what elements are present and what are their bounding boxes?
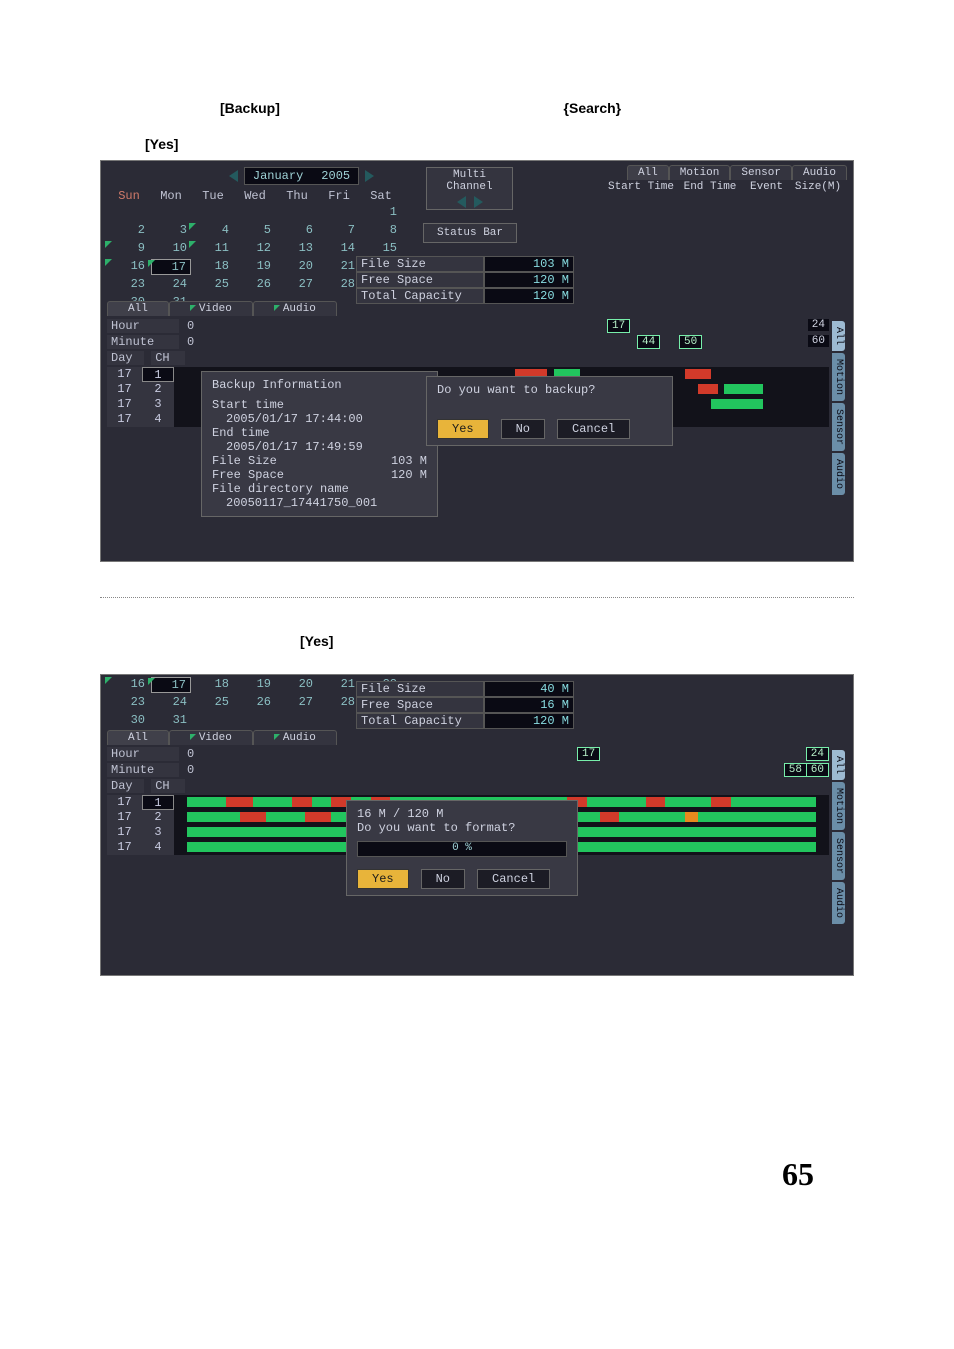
calendar-year: 2005 (321, 169, 350, 183)
format-cancel-button[interactable]: Cancel (477, 869, 550, 889)
minute-ruler: Minute 0 44 50 60 (107, 335, 829, 349)
cancel-button[interactable]: Cancel (557, 419, 630, 439)
backup-info-panel: Backup Information Start time 2005/01/17… (201, 371, 438, 517)
backup-heading: [Backup] (220, 100, 280, 116)
multi-channel-box[interactable]: Multi Channel (426, 167, 513, 210)
format-confirm-dialog: 16 M / 120 M Do you want to format? 0 % … (346, 800, 578, 896)
backup-confirm-dialog: Do you want to backup? Yes No Cancel (426, 376, 673, 446)
next-month-icon[interactable] (365, 170, 374, 182)
format-yes-button[interactable]: Yes (357, 869, 409, 889)
next-channel-icon[interactable] (474, 196, 483, 208)
page-number: 65 (100, 1156, 814, 1193)
cal-hdr-sun: Sun (109, 189, 149, 203)
hour-ruler: Hour 0 17 24 (107, 319, 829, 333)
yes-label-1: [Yes] (145, 136, 854, 152)
media-tabs: All Video Audio (107, 301, 337, 316)
tab-motion[interactable]: Motion (669, 165, 731, 180)
tab-audio[interactable]: Audio (792, 165, 847, 180)
tab-all[interactable]: All (627, 165, 669, 180)
tab-sensor[interactable]: Sensor (730, 165, 792, 180)
tab-audio-media[interactable]: Audio (253, 301, 337, 316)
calendar-title: January 2005 (244, 167, 359, 185)
event-filter-tabs: All Motion Sensor Audio (627, 165, 847, 180)
search-heading: {Search} (564, 100, 622, 116)
tab-all-media[interactable]: All (107, 301, 169, 316)
confirm-message: Do you want to backup? (437, 383, 662, 397)
yes-label-2: [Yes] (300, 633, 854, 649)
format-message: Do you want to format? (357, 821, 567, 835)
calendar-month: January (253, 169, 303, 183)
status-bar-button[interactable]: Status Bar (423, 223, 517, 243)
no-button[interactable]: No (501, 419, 545, 439)
size-panel-2: File Size40 M Free Space16 M Total Capac… (356, 681, 574, 729)
dvr-backup-screen: January 2005 Sun Mon Tue Wed Thu Fri Sat… (100, 160, 854, 562)
size-panel: File Size103 M Free Space120 M Total Cap… (356, 256, 574, 304)
yes-button[interactable]: Yes (437, 419, 489, 439)
prev-month-icon[interactable] (229, 170, 238, 182)
tab-video[interactable]: Video (169, 301, 253, 316)
dvr-format-screen: 16 17 18 19 20 21 22 23 24 25 26 27 28 2… (100, 674, 854, 976)
day-ch-header: Day CH (107, 351, 829, 365)
side-filter-tabs: All Motion Sensor Audio (832, 321, 850, 497)
format-no-button[interactable]: No (421, 869, 465, 889)
prev-channel-icon[interactable] (457, 196, 466, 208)
format-progress: 0 % (357, 841, 567, 857)
format-ratio: 16 M / 120 M (357, 807, 567, 821)
event-columns: Start Time End Time Event Size(M) (606, 181, 847, 193)
